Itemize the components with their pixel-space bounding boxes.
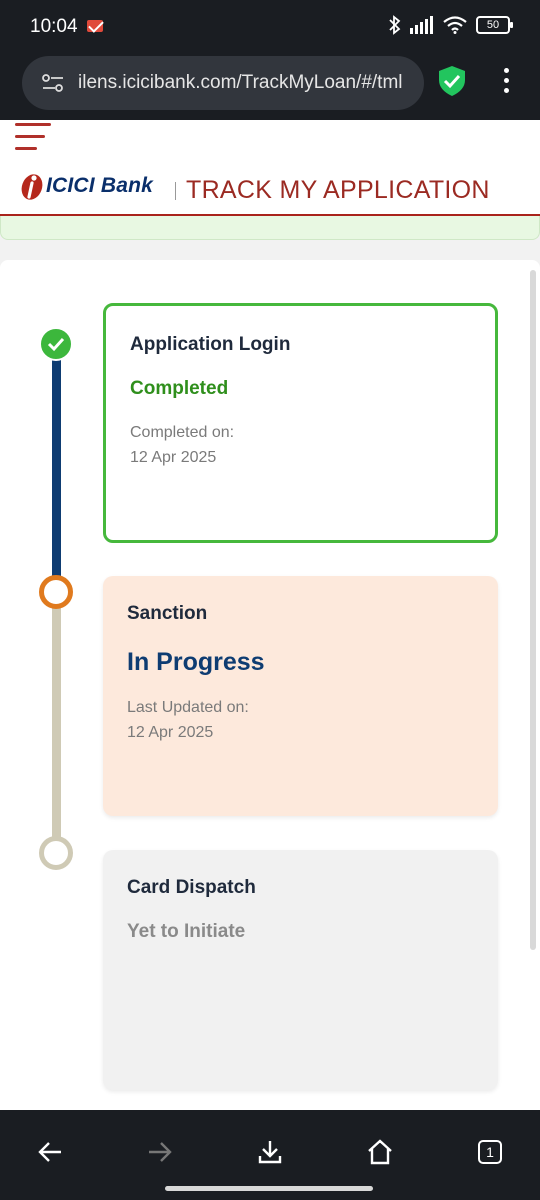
overflow-menu-icon[interactable] [502,68,510,96]
status-icons: 50 [389,15,513,35]
url-text[interactable]: ilens.icicibank.com/TrackMyLoan/#/tml [78,72,418,94]
site-settings-icon[interactable] [42,73,64,93]
step-card-card-dispatch: Card Dispatch Yet to Initiate [103,850,498,1090]
logo-bank: Bank [100,174,154,197]
page-scrollbar[interactable] [530,270,536,950]
step-meta-label: Last Updated on: [127,699,249,716]
step-node-pending [39,836,73,870]
gmail-icon [87,20,103,32]
timeline-line-pending [52,596,61,840]
download-icon [258,1141,282,1164]
tab-switcher-button[interactable]: 1 [470,1132,510,1172]
home-button[interactable] [360,1132,400,1172]
logo-brand: ICICI [46,174,95,197]
step-meta-label: Completed on: [130,424,235,441]
download-button[interactable] [250,1132,290,1172]
home-icon [368,1139,392,1165]
tab-switcher-icon: 1 [478,1140,502,1164]
step-title: Card Dispatch [127,877,256,898]
battery-icon: 50 [476,16,513,34]
step-status: Yet to Initiate [127,921,246,942]
step-status: In Progress [127,648,265,676]
back-arrow-icon [38,1142,61,1162]
step-node-completed [39,327,73,361]
hamburger-menu-icon[interactable] [15,123,51,153]
icici-bank-logo: ICICI Bank [20,168,153,204]
back-button[interactable] [30,1132,70,1172]
signal-icon [410,16,433,34]
step-title: Sanction [127,603,208,624]
forward-button[interactable] [140,1132,180,1172]
logo-text: ICICI Bank [46,174,153,198]
forward-arrow-icon [149,1142,172,1162]
site-header: ICICI Bank TRACK MY APPLICATION [0,120,540,216]
step-title: Application Login [130,334,291,355]
browser-toolbar: ilens.icicibank.com/TrackMyLoan/#/tml [0,52,540,120]
header-divider [175,182,176,200]
status-bar: 10:04 50 [0,0,540,52]
step-card-application-login: Application Login Completed Completed on… [103,303,498,543]
shield-check-icon[interactable] [437,65,467,97]
step-meta-date: 12 Apr 2025 [127,724,214,741]
summary-banner [0,216,540,240]
timeline-line-completed [52,350,61,594]
page-title: TRACK MY APPLICATION [186,176,490,204]
address-bar[interactable]: ilens.icicibank.com/TrackMyLoan/#/tml [22,56,424,110]
step-meta-date: 12 Apr 2025 [130,449,217,466]
wifi-icon [443,16,467,34]
step-card-sanction: Sanction In Progress Last Updated on: 12… [103,576,498,816]
bluetooth-icon [389,15,401,35]
gesture-handle[interactable] [165,1186,373,1191]
step-status: Completed [130,378,229,399]
status-time: 10:04 [30,16,78,37]
check-icon [47,337,65,352]
icici-logo-mark-icon [21,174,43,200]
step-node-in-progress [39,575,73,609]
